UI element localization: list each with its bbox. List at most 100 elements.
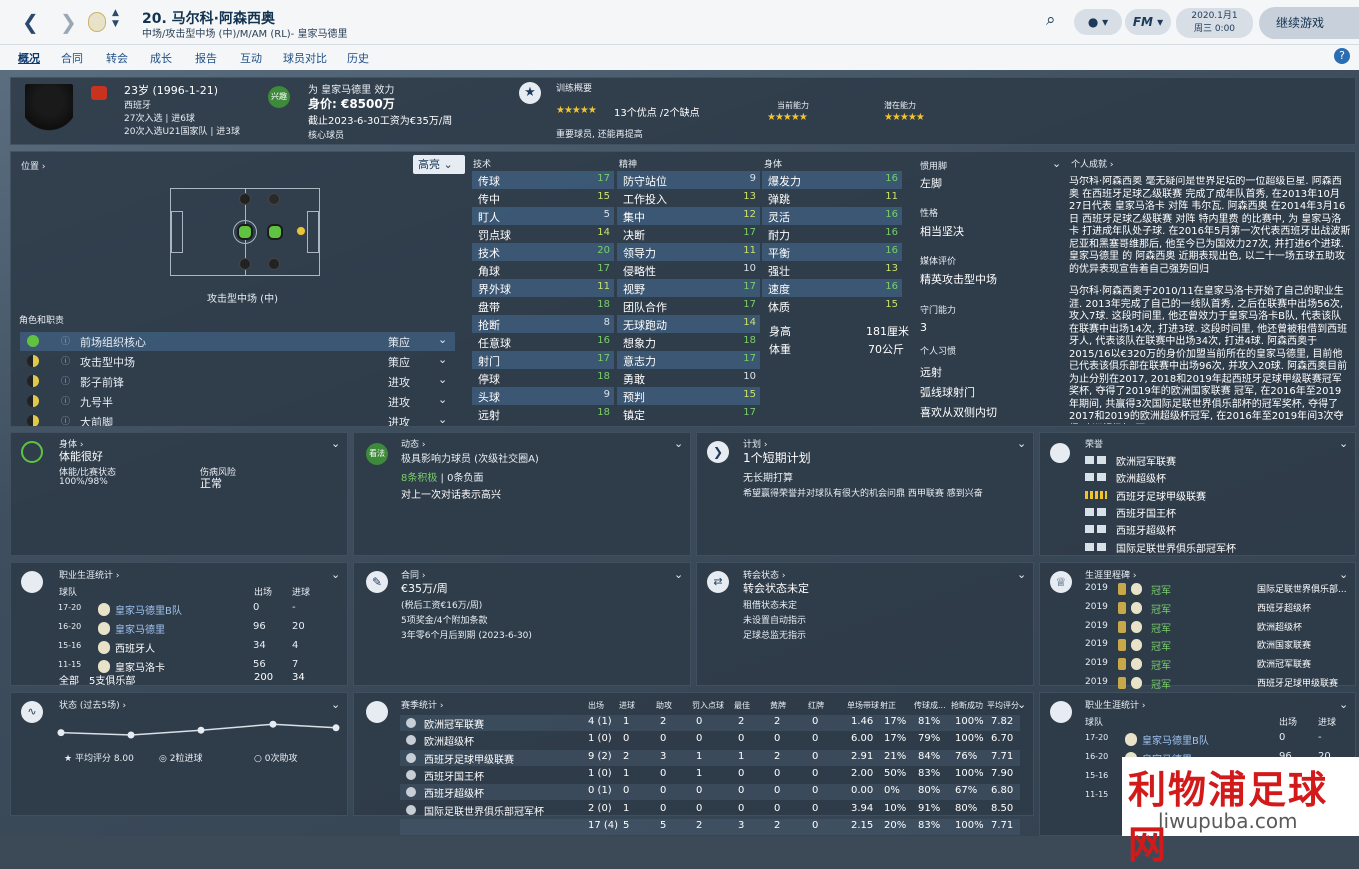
attribute-row[interactable]: 速度 16 (762, 279, 902, 297)
season-col-header[interactable]: 罚入点球 (692, 700, 724, 711)
role-row[interactable]: ⓘ 影子前锋 进攻 ⌄ (20, 372, 455, 391)
forward-arrow-icon[interactable]: ❯ (60, 10, 77, 34)
menu-tab[interactable]: 概况 (18, 50, 40, 66)
attribute-row[interactable]: 镇定 17 (617, 405, 760, 423)
attribute-row[interactable]: 盘带 18 (472, 297, 614, 315)
milestone-row[interactable]: 2019 冠军 欧洲国家联赛 (1085, 637, 1351, 654)
chevron-down-icon[interactable]: ⌄ (1339, 698, 1348, 711)
attribute-row[interactable]: 盯人 5 (472, 207, 614, 225)
table-row[interactable]: 11-15 皇家马洛卡 56 7 (58, 658, 328, 675)
chevron-down-icon[interactable]: ⌄ (331, 437, 340, 450)
table-row[interactable]: 17-20 皇家马德里B队 0 - (1085, 731, 1345, 748)
menu-tab[interactable]: 历史 (347, 50, 369, 66)
form-point[interactable] (57, 729, 65, 737)
attribute-row[interactable]: 头球 9 (472, 387, 614, 405)
chevron-down-icon[interactable]: ⌄ (438, 373, 447, 386)
chevron-down-icon[interactable]: ⌄ (674, 568, 683, 581)
position-title[interactable]: 位置 › (21, 159, 45, 172)
attribute-row[interactable]: 工作投入 13 (617, 189, 760, 207)
search-icon[interactable]: ⌕ (1046, 10, 1056, 30)
season-col-header[interactable]: 单场带球 (847, 700, 879, 711)
club-name[interactable]: 皇家马洛卡 (115, 659, 165, 674)
role-row[interactable]: ⓘ 前场组织核心 策应 ⌄ (20, 332, 455, 351)
achievements-title[interactable]: 个人成就 › (1071, 157, 1113, 170)
info-icon[interactable]: ⓘ (61, 334, 70, 347)
attribute-row[interactable]: 视野 17 (617, 279, 760, 297)
attribute-row[interactable]: 侵略性 10 (617, 261, 760, 279)
role-row[interactable]: ⓘ 大前脚 进攻 ⌄ (20, 412, 455, 426)
competition-name[interactable]: 西班牙足球甲级联赛 (424, 751, 514, 766)
attribute-row[interactable]: 远射 18 (472, 405, 614, 423)
menu-tab[interactable]: 球员对比 (283, 50, 327, 66)
attribute-row[interactable]: 意志力 17 (617, 351, 760, 369)
table-row[interactable]: 国际足联世界俱乐部冠军杯 2 (0) 1 0 0 0 0 0 3.94 10% 91% 80% 8.50 (400, 802, 1020, 818)
career2-title[interactable]: 职业生涯统计 › (1085, 698, 1145, 711)
role-row[interactable]: ⓘ 九号半 进攻 ⌄ (20, 392, 455, 411)
attribute-row[interactable]: 罚点球 14 (472, 225, 614, 243)
competition-name[interactable]: 欧洲超级杯 (424, 733, 474, 748)
table-row[interactable]: 西班牙足球甲级联赛 9 (2) 2 3 1 1 2 0 2.91 21% 84% 76% 7.71 (400, 749, 1020, 766)
attribute-row[interactable]: 决断 17 (617, 225, 760, 243)
attribute-row[interactable]: 传球 17 (472, 171, 614, 189)
form-point[interactable] (332, 724, 340, 732)
table-row[interactable]: 西班牙超级杯 0 (1) 0 0 0 0 0 0 0.00 0% 80% 67% 6.80 (400, 784, 1020, 801)
attribute-row[interactable]: 平衡 16 (762, 243, 902, 261)
highlight-dropdown[interactable]: 高亮 ⌄ (413, 155, 465, 174)
career-title[interactable]: 职业生涯统计 › (59, 568, 119, 581)
season-col-header[interactable]: 助攻 (656, 700, 672, 711)
season-title[interactable]: 赛季统计 › (401, 698, 443, 711)
attribute-row[interactable]: 角球 17 (472, 261, 614, 279)
club-name[interactable]: 皇家马德里B队 (1142, 732, 1209, 747)
chevron-down-icon[interactable]: ⌄ (438, 393, 447, 406)
season-col-header[interactable]: 射正 (880, 700, 896, 711)
attribute-row[interactable]: 传中 15 (472, 189, 614, 207)
dynamics-title[interactable]: 动态 › (401, 437, 425, 450)
season-col-header[interactable]: 抢断成功 (951, 700, 983, 711)
role-duty[interactable]: 进攻 (388, 394, 410, 410)
milestone-row[interactable]: 2019 冠军 欧洲超级杯 (1085, 619, 1351, 636)
milestone-row[interactable]: 2019 冠军 欧洲冠军联赛 (1085, 656, 1351, 673)
club-crest-icon[interactable] (88, 12, 106, 32)
globe-menu-button[interactable]: ● ▾ (1074, 9, 1122, 35)
switch-player-icon[interactable]: ▲ ▼ (112, 8, 119, 30)
attribute-row[interactable]: 爆发力 16 (762, 171, 902, 189)
attribute-row[interactable]: 防守站位 9 (617, 171, 760, 189)
season-col-header[interactable]: 最佳 (734, 700, 750, 711)
role-duty[interactable]: 进攻 (388, 414, 410, 426)
chevron-down-icon[interactable]: ⌄ (1017, 437, 1026, 450)
milestone-row[interactable]: 2019 冠军 西班牙超级杯 (1085, 600, 1351, 617)
menu-tab[interactable]: 报告 (195, 50, 217, 66)
club-name[interactable]: 西班牙人 (115, 640, 155, 655)
game-date[interactable]: 2020.1月1 周三 0:00 (1176, 8, 1253, 38)
form-point[interactable] (127, 731, 135, 739)
role-duty[interactable]: 进攻 (388, 374, 410, 390)
menu-tab[interactable]: 成长 (150, 50, 172, 66)
season-col-header[interactable]: 传球成... (914, 700, 946, 711)
form-point[interactable] (269, 720, 277, 728)
chevron-down-icon[interactable]: ⌄ (1339, 437, 1348, 450)
help-icon[interactable]: ? (1334, 48, 1350, 64)
role-row[interactable]: ⓘ 攻击型中场 策应 ⌄ (20, 352, 455, 371)
chevron-down-icon[interactable]: ⌄ (1017, 568, 1026, 581)
attribute-row[interactable]: 抢断 8 (472, 315, 614, 333)
table-row[interactable]: 欧洲超级杯 1 (0) 0 0 0 0 0 0 6.00 17% 79% 100% 6.70 (400, 732, 1020, 748)
attribute-row[interactable]: 体质 15 (762, 297, 902, 315)
milestones-title[interactable]: 生涯里程碑 › (1085, 568, 1136, 581)
role-duty[interactable]: 策应 (388, 334, 410, 350)
table-row[interactable]: 16-20 皇家马德里 96 20 (58, 620, 328, 637)
competition-name[interactable]: 国际足联世界俱乐部冠军杯 (424, 803, 544, 818)
table-row[interactable]: 欧洲冠军联赛 4 (1) 1 2 0 2 2 0 1.46 17% 81% 100% 7.82 (400, 715, 1020, 731)
attribute-row[interactable]: 无球跑动 14 (617, 315, 760, 333)
attribute-row[interactable]: 预判 15 (617, 387, 760, 405)
table-row[interactable]: 西班牙国王杯 1 (0) 1 0 1 0 0 0 2.00 50% 83% 100% 7.90 (400, 767, 1020, 783)
milestone-row[interactable]: 2019 冠军 国际足联世界俱乐部... (1085, 581, 1351, 598)
attribute-row[interactable]: 射门 17 (472, 351, 614, 369)
season-col-header[interactable]: 黄牌 (770, 700, 786, 711)
attribute-row[interactable]: 停球 18 (472, 369, 614, 387)
attribute-row[interactable]: 界外球 11 (472, 279, 614, 297)
player-nation[interactable]: 西班牙 (124, 98, 151, 111)
attribute-row[interactable]: 团队合作 17 (617, 297, 760, 315)
back-arrow-icon[interactable]: ❮ (22, 10, 39, 34)
chevron-down-icon[interactable]: ⌄ (674, 437, 683, 450)
attribute-row[interactable]: 强壮 13 (762, 261, 902, 279)
